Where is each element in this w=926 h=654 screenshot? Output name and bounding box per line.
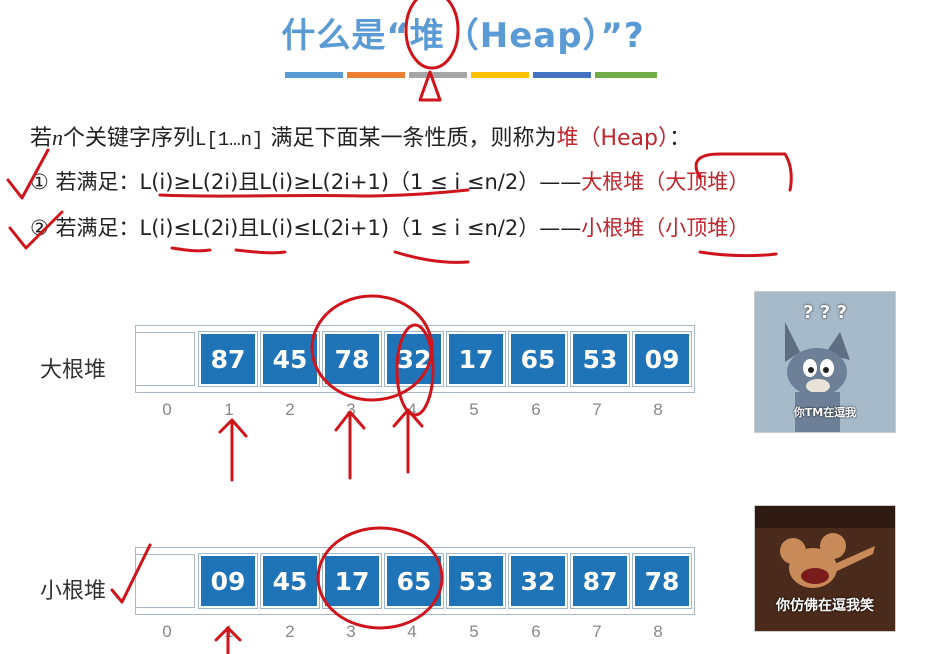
meme-caption: 你仿佛在逗我笑: [776, 598, 874, 614]
array-index: 3: [346, 400, 356, 419]
underline-mark: [393, 250, 470, 264]
array-cell: 87: [198, 331, 258, 387]
color-strip-1: [285, 72, 343, 78]
rule-max-heap: ① 若满足：L(i)≥L(2i)且L(i)≥L(2i+1)（1 ≤ i ≤n/2…: [30, 166, 749, 196]
array-cell: 53: [446, 553, 506, 609]
array-cell: 65: [508, 331, 568, 387]
underline-mark: [698, 250, 778, 258]
array-index: 0: [162, 622, 172, 641]
meme-mouse-image: 你仿佛在逗我笑: [754, 505, 896, 632]
array-index: 0: [162, 400, 172, 419]
arrow-up-mark: [218, 418, 248, 482]
meme-cat-image: ? ? ? 你TM在逗我: [754, 291, 896, 433]
rule1-name: 大根堆（大顶堆）: [581, 170, 750, 194]
heap-term: 堆（Heap）: [556, 126, 669, 151]
meme-question-marks: ? ? ?: [803, 302, 847, 323]
rule-min-heap: ② 若满足：L(i)≤L(2i)且L(i)≤L(2i+1)（1 ≤ i ≤n/2…: [30, 212, 749, 242]
array-cell: 09: [632, 331, 692, 387]
array-cell: 45: [260, 331, 320, 387]
max-heap-label: 大根堆: [40, 358, 107, 383]
array-index: 3: [346, 622, 356, 641]
array-cell: 87: [570, 553, 630, 609]
definition-middle: 个关键字序列: [63, 126, 196, 151]
rule2-number: ②: [30, 216, 49, 240]
array-cell: 17: [446, 331, 506, 387]
definition-n: n: [52, 125, 64, 150]
array-cell-empty: [135, 554, 195, 608]
array-cell: 65: [384, 553, 444, 609]
array-index: 2: [285, 622, 295, 641]
meme-caption: 你TM在逗我: [793, 406, 857, 419]
color-strip-4: [471, 72, 529, 78]
rule2-name: 小根堆（小顶堆）: [581, 216, 750, 240]
array-index: 8: [653, 400, 663, 419]
array-index: 6: [531, 622, 541, 641]
definition-line: 若n个关键字序列L[1…n] 满足下面某一条性质，则称为堆（Heap）：: [30, 120, 691, 152]
array-index: 8: [653, 622, 663, 641]
array-index: 5: [469, 400, 479, 419]
max-heap-array: 87 45 78 32 17 65 53 09: [135, 331, 695, 387]
definition-colon: ：: [668, 126, 691, 151]
color-strip-2: [347, 72, 405, 78]
color-strip-6: [595, 72, 657, 78]
min-heap-label: 小根堆: [40, 579, 107, 604]
underline-mark: [170, 246, 212, 253]
array-index: 4: [407, 622, 417, 641]
array-index: 5: [469, 622, 479, 641]
array-index: 1: [224, 622, 234, 641]
definition-prefix: 若: [30, 126, 53, 151]
color-strip-5: [533, 72, 591, 78]
rule1-text: 若满足：L(i)≥L(2i)且L(i)≥L(2i+1)（1 ≤ i ≤n/2）—…: [48, 170, 582, 194]
rule2-text: 若满足：L(i)≤L(2i)且L(i)≤L(2i+1)（1 ≤ i ≤n/2）—…: [48, 216, 582, 240]
page-title: 什么是“堆（Heap）”?: [281, 16, 645, 56]
array-index: 2: [285, 400, 295, 419]
array-cell: 17: [322, 553, 382, 609]
array-cell: 78: [632, 553, 692, 609]
rule1-number: ①: [30, 170, 49, 194]
array-cell: 32: [508, 553, 568, 609]
definition-suffix: 满足下面某一条性质，则称为: [263, 126, 557, 151]
min-heap-array: 09 45 17 65 53 32 87 78: [135, 553, 695, 609]
array-cell: 78: [322, 331, 382, 387]
array-index: 6: [531, 400, 541, 419]
array-cell-empty: [135, 332, 195, 386]
arrow-up-mark: [334, 410, 366, 480]
array-cell: 45: [260, 553, 320, 609]
definition-seq: L[1…n]: [195, 129, 264, 151]
array-index: 1: [224, 400, 234, 419]
array-index: 7: [592, 622, 602, 641]
array-index: 7: [592, 400, 602, 419]
array-cell: 53: [570, 331, 630, 387]
array-index: 4: [407, 400, 417, 419]
underline-mark: [234, 248, 287, 255]
color-strip-3: [409, 72, 467, 78]
array-cell: 32: [384, 331, 444, 387]
array-cell: 09: [198, 553, 258, 609]
